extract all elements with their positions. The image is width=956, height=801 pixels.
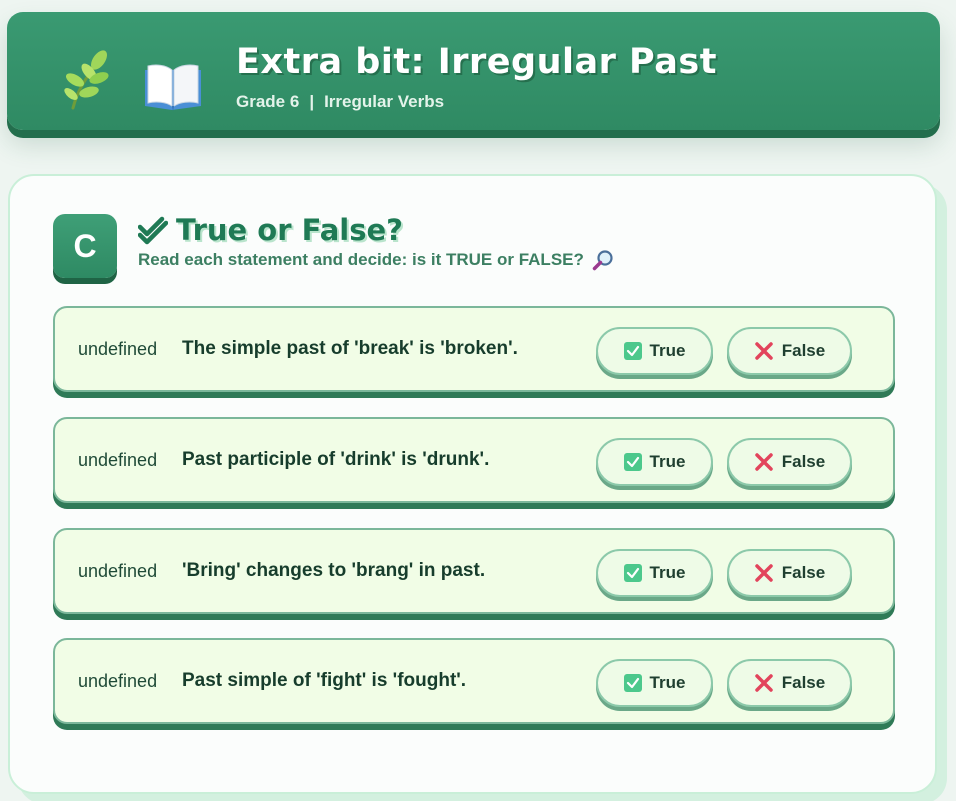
statement-text: 'Bring' changes to 'brang' in past. [182,560,486,581]
double-check-icon [138,216,168,245]
false-button[interactable]: False [727,659,852,707]
open-book-icon [145,64,201,111]
false-label: False [781,673,826,692]
statement-number: undefined [78,450,158,470]
true-label: True [649,341,686,360]
statement-row: undefined Past simple of 'fight' is 'fou… [53,638,895,724]
true-button[interactable]: True [596,438,713,486]
statement-number: undefined [78,339,158,359]
false-label: False [781,341,826,360]
statement-row: undefined 'Bring' changes to 'brang' in … [53,528,895,614]
magnifier-icon [592,250,613,271]
true-label: True [649,452,686,471]
true-button[interactable]: True [596,659,713,707]
page-header: Extra bit: Irregular Past Grade 6 | Irregu… [7,12,940,130]
statement-number: undefined [78,561,158,581]
statement-text: Past participle of 'drink' is 'drunk'. [182,449,490,470]
false-label: False [781,452,826,471]
herb-icon [64,50,109,110]
checkbox-tick-icon [623,674,642,692]
section-title: True or False? [176,213,404,247]
section-badge: C [53,214,117,278]
grade-label: Grade 6 [236,92,300,111]
statement-row: undefined The simple past of 'break' is … [53,306,895,392]
page-subtitle: Grade 6 | Irregular Verbs [236,92,444,112]
cross-mark-icon [755,564,773,582]
checkbox-tick-icon [623,564,642,582]
true-button[interactable]: True [596,549,713,597]
section-instructions: Read each statement and decide: is it TR… [138,249,614,271]
false-button[interactable]: False [727,438,852,486]
true-label: True [649,673,686,692]
statement-text: The simple past of 'break' is 'broken'. [182,338,518,359]
checkbox-tick-icon [623,342,642,360]
checkbox-tick-icon [623,453,642,471]
false-label: False [781,563,826,582]
true-button[interactable]: True [596,327,713,375]
statement-text: Past simple of 'fight' is 'fought'. [182,670,467,691]
false-button[interactable]: False [727,549,852,597]
page-title: Extra bit: Irregular Past [236,42,717,82]
false-button[interactable]: False [727,327,852,375]
separator: | [309,92,315,111]
instructions-text: Read each statement and decide: is it TR… [138,250,584,269]
cross-mark-icon [755,453,773,471]
section-heading: True or False? [138,210,403,250]
statement-row: undefined Past participle of 'drink' is … [53,417,895,503]
true-label: True [649,563,686,582]
cross-mark-icon [755,342,773,360]
topic-label: Irregular Verbs [324,92,445,111]
cross-mark-icon [755,674,773,692]
statement-number: undefined [78,671,158,691]
